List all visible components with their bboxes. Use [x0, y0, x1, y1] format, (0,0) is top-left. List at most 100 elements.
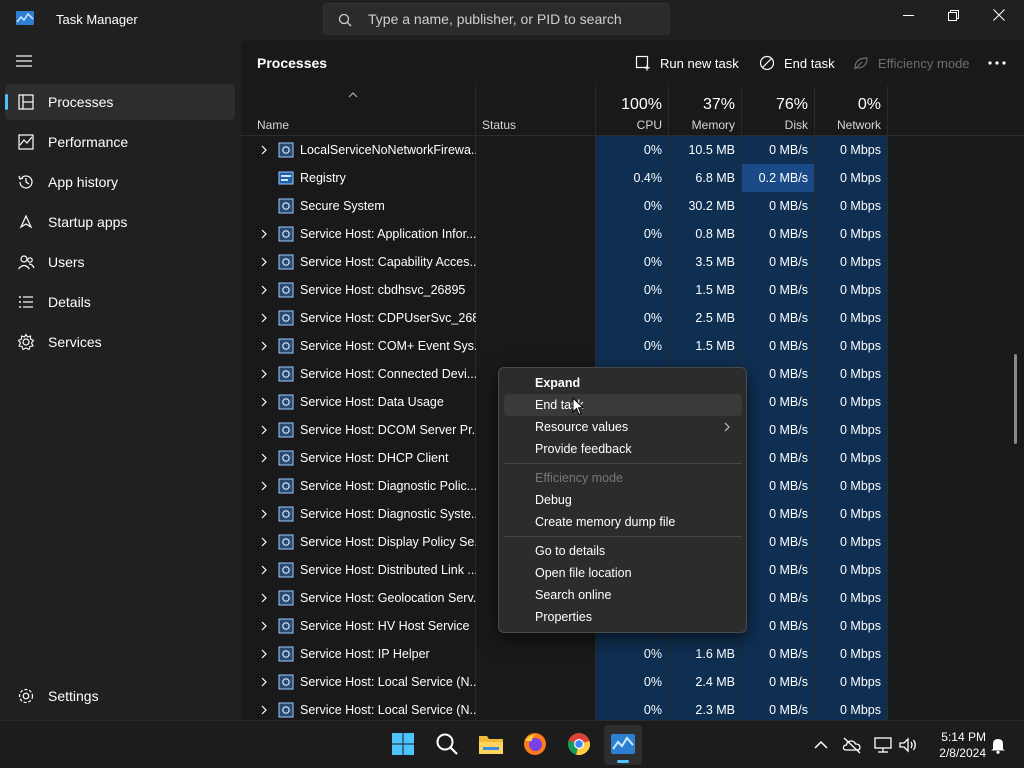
network-cell: 0 Mbps [815, 360, 887, 388]
menu-item-resource-values[interactable]: Resource values [504, 416, 742, 438]
leaf-icon [854, 57, 868, 70]
cpu-cell: 0% [596, 668, 668, 696]
notification-bell-icon[interactable] [988, 735, 1008, 755]
table-row[interactable]: Service Host: CDPUserSvc_268... 0% 2.5 MB 0… [241, 304, 1024, 332]
system-clock[interactable]: 5:14 PM 2/8/2024 [924, 729, 986, 761]
chevron-right-icon[interactable] [260, 509, 268, 519]
menu-item-open-file-location[interactable]: Open file location [504, 562, 742, 584]
task-manager-icon[interactable] [610, 731, 636, 757]
memory-total: 37% [702, 96, 735, 113]
onedrive-icon[interactable] [842, 735, 862, 755]
more-options-button[interactable] [988, 52, 1015, 74]
maximize-button[interactable] [930, 0, 976, 30]
chevron-right-icon[interactable] [260, 341, 268, 351]
table-row[interactable]: Service Host: Local Service (N... 0% 2.3 M… [241, 696, 1024, 720]
menu-item-end-task[interactable]: End task [504, 394, 742, 416]
process-name: Service Host: Local Service (N... [300, 675, 476, 689]
chevron-right-icon[interactable] [260, 453, 268, 463]
menu-item-expand[interactable]: Expand [504, 372, 742, 394]
minimize-button[interactable] [885, 0, 931, 30]
process-name: Service Host: Local Service (N... [300, 703, 476, 717]
chevron-right-icon[interactable] [260, 397, 268, 407]
network-cell: 0 Mbps [815, 668, 887, 696]
hamburger-menu-icon[interactable] [16, 54, 32, 68]
end-task-button[interactable]: End task [759, 52, 835, 74]
sidebar-item-processes[interactable]: Processes [5, 84, 235, 120]
service-host-icon [278, 366, 294, 382]
network-icon[interactable] [873, 735, 893, 755]
table-row[interactable]: Service Host: COM+ Event Sys... 0% 1.5 MB 0… [241, 332, 1024, 360]
menu-item-provide-feedback[interactable]: Provide feedback [504, 438, 742, 460]
more-options-icon [988, 61, 1006, 65]
chevron-right-icon[interactable] [260, 285, 268, 295]
sidebar-item-performance[interactable]: Performance [5, 124, 235, 160]
chevron-right-icon[interactable] [260, 677, 268, 687]
submenu-chevron-icon [724, 422, 730, 432]
sidebar-item-app-history[interactable]: App history [5, 164, 235, 200]
chevron-right-icon[interactable] [260, 621, 268, 631]
search-box[interactable] [323, 3, 670, 35]
search-input[interactable] [368, 4, 658, 34]
column-disk[interactable]: 76% Disk [742, 86, 814, 136]
network-cell: 0 Mbps [815, 640, 887, 668]
table-row[interactable]: Service Host: IP Helper 0% 1.6 MB 0 MB/s 0 M… [241, 640, 1024, 668]
search-icon[interactable] [434, 731, 460, 757]
sidebar-item-settings[interactable]: Settings [5, 678, 235, 714]
menu-item-search-online[interactable]: Search online [504, 584, 742, 606]
table-row[interactable]: LocalServiceNoNetworkFirewa... 0% 10.5 MB 0… [241, 136, 1024, 164]
efficiency-mode-button[interactable]: Efficiency mode [853, 52, 970, 74]
close-button[interactable] [976, 0, 1022, 30]
run-new-task-button[interactable]: Run new task [635, 52, 739, 74]
table-row[interactable]: Service Host: Local Service (N... 0% 2.4 M… [241, 668, 1024, 696]
table-row[interactable]: Service Host: Application Infor... 0% 0.8 … [241, 220, 1024, 248]
network-cell: 0 Mbps [815, 248, 887, 276]
table-row[interactable]: Service Host: cbdhsvc_26895 0% 1.5 MB 0 MB/… [241, 276, 1024, 304]
network-cell: 0 Mbps [815, 192, 887, 220]
chevron-right-icon[interactable] [260, 481, 268, 491]
process-name: LocalServiceNoNetworkFirewa... [300, 143, 476, 157]
chevron-right-icon[interactable] [260, 593, 268, 603]
column-name[interactable]: Name [241, 86, 475, 136]
chevron-right-icon[interactable] [260, 313, 268, 323]
file-explorer-icon[interactable] [478, 731, 504, 757]
menu-item-efficiency-mode[interactable]: Efficiency mode [504, 467, 742, 489]
chevron-right-icon[interactable] [260, 145, 268, 155]
windows-start-icon[interactable] [390, 731, 416, 757]
chevron-up-icon[interactable] [811, 735, 831, 755]
column-memory[interactable]: 37% Memory [669, 86, 741, 136]
menu-item-properties[interactable]: Properties [504, 606, 742, 628]
chevron-right-icon[interactable] [260, 257, 268, 267]
chevron-right-icon[interactable] [260, 369, 268, 379]
menu-item-go-to-details[interactable]: Go to details [504, 540, 742, 562]
sidebar-item-services[interactable]: Services [5, 324, 235, 360]
firefox-icon[interactable] [522, 731, 548, 757]
table-row[interactable]: Secure System 0% 30.2 MB 0 MB/s 0 Mbps [241, 192, 1024, 220]
chevron-right-icon[interactable] [260, 537, 268, 547]
chrome-icon[interactable] [566, 731, 592, 757]
table-row[interactable]: Service Host: Capability Acces... 0% 3.5 M… [241, 248, 1024, 276]
chevron-right-icon[interactable] [260, 425, 268, 435]
service-host-icon [278, 198, 294, 214]
menu-item-create-memory-dump-file[interactable]: Create memory dump file [504, 511, 742, 533]
column-status[interactable]: Status [476, 86, 595, 136]
menu-item-label: Search online [535, 588, 612, 602]
menu-item-debug[interactable]: Debug [504, 489, 742, 511]
column-network[interactable]: 0% Network [815, 86, 887, 136]
volume-icon[interactable] [898, 735, 918, 755]
chevron-right-icon[interactable] [260, 649, 268, 659]
chevron-right-icon[interactable] [260, 705, 268, 715]
end-task-label: End task [784, 55, 835, 71]
vertical-scrollbar[interactable] [1014, 354, 1017, 444]
table-row[interactable]: Registry 0.4% 6.8 MB 0.2 MB/s 0 Mbps [241, 164, 1024, 192]
chevron-right-icon[interactable] [260, 565, 268, 575]
network-cell: 0 Mbps [815, 304, 887, 332]
column-cpu[interactable]: 100% CPU [596, 86, 668, 136]
sidebar-item-startup-apps[interactable]: Startup apps [5, 204, 235, 240]
disk-cell: 0 MB/s [742, 360, 814, 388]
disk-cell: 0 MB/s [742, 276, 814, 304]
services-icon [17, 333, 35, 351]
process-name: Service Host: DCOM Server Pr... [300, 423, 476, 437]
chevron-right-icon[interactable] [260, 229, 268, 239]
sidebar-item-details[interactable]: Details [5, 284, 235, 320]
sidebar-item-users[interactable]: Users [5, 244, 235, 280]
